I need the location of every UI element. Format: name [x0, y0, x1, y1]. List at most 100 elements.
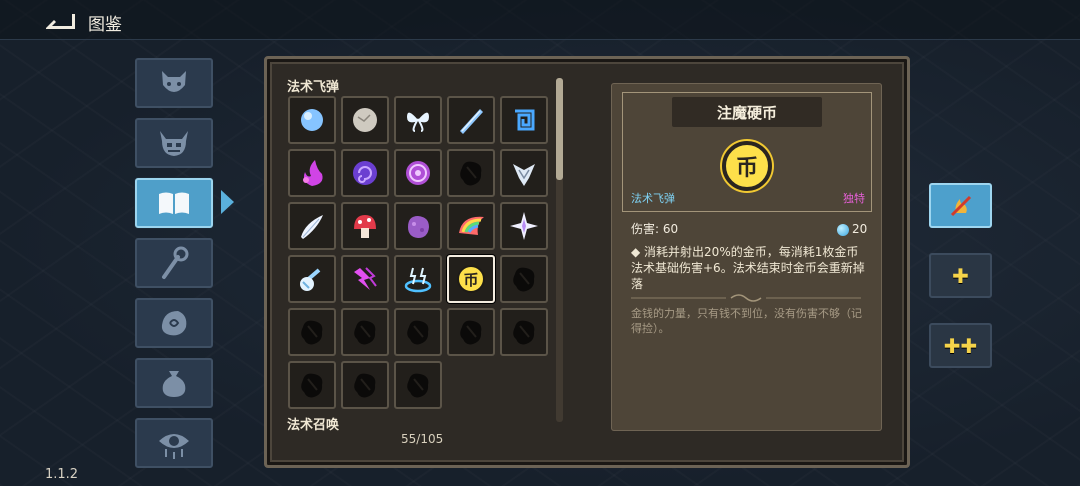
spell-slot[interactable] — [341, 96, 389, 144]
horned-skull-icon — [160, 131, 188, 156]
coin-icon: 币 — [457, 265, 485, 293]
blue-orb-icon — [301, 109, 323, 131]
upgrade-button[interactable]: ✚ — [929, 253, 992, 298]
unknown-spell-icon — [513, 320, 535, 345]
spell-slot[interactable] — [288, 308, 336, 356]
tab-bosses[interactable] — [135, 118, 213, 168]
staff-icon — [162, 246, 189, 279]
section-title-spell-missiles: 法术飞弹 — [287, 80, 340, 95]
spell-slot[interactable] — [288, 96, 336, 144]
unknown-spell-icon — [301, 373, 323, 398]
magic-circle-icon — [406, 161, 430, 185]
spell-slot[interactable] — [288, 149, 336, 197]
spell-slot[interactable] — [394, 149, 442, 197]
spell-category: 法术飞弹 — [631, 192, 675, 205]
feather-blade-icon — [301, 215, 323, 239]
demon-face-icon — [162, 71, 186, 92]
unknown-spell-icon — [460, 161, 482, 186]
unknown-spell-icon — [354, 320, 376, 345]
tab-spells[interactable] — [135, 178, 213, 228]
rune-stone-icon — [161, 311, 187, 336]
mana-cost: 20 — [852, 222, 868, 236]
flavor-text: 金钱的力量，只有钱不到位，没有伤害不够（记得捡）。 — [631, 307, 862, 335]
active-tab-arrow — [221, 190, 234, 214]
mana-orb-icon — [837, 224, 849, 236]
spell-slot[interactable] — [500, 96, 548, 144]
spell-slot[interactable] — [500, 308, 548, 356]
stone-icon — [353, 108, 377, 132]
red-mushroom-icon — [354, 215, 376, 238]
purple-flame-icon — [303, 160, 323, 186]
tab-items[interactable] — [135, 358, 213, 408]
page-title: 图鉴 — [88, 15, 122, 35]
spell-slot[interactable] — [394, 361, 442, 409]
tab-monsters[interactable] — [135, 58, 213, 108]
back-button[interactable] — [42, 10, 78, 32]
section-title-spell-summons: 法术召唤 — [287, 418, 340, 433]
tab-staffs[interactable] — [135, 238, 213, 288]
spell-slot[interactable] — [394, 96, 442, 144]
unknown-spell-icon — [513, 267, 535, 292]
double-upgrade-button[interactable]: ✚✚ — [929, 323, 992, 368]
back-arrow-icon — [46, 14, 75, 29]
pouch-icon — [162, 371, 186, 397]
detail-title: 注魔硬币 — [672, 97, 822, 127]
thunder-ring-icon — [404, 267, 432, 293]
spell-slot[interactable] — [341, 202, 389, 250]
spell-list-scrollbar[interactable] — [556, 78, 563, 422]
coin-icon: 币 — [722, 141, 772, 191]
purple-rock-icon — [408, 216, 429, 238]
lightning-burst-icon — [354, 267, 377, 290]
plus-icon: ✚ — [952, 263, 969, 288]
meteor-icon — [300, 268, 321, 291]
top-bar: 图鉴 — [0, 0, 1080, 40]
spell-slot[interactable] — [341, 255, 389, 303]
unknown-spell-icon — [407, 373, 429, 398]
damage-stat: 伤害: 60 — [631, 222, 679, 236]
spell-slot[interactable] — [447, 149, 495, 197]
spell-slot[interactable] — [500, 149, 548, 197]
book-icon — [159, 192, 189, 214]
spell-slot[interactable] — [341, 308, 389, 356]
spell-description: ◆ 消耗并射出20%的金币，每消耗1枚金币法术基础伤害+6。法术结束时金币会重新… — [631, 245, 865, 291]
collection-counter: 55/105 — [401, 432, 444, 446]
disable-button[interactable] — [929, 183, 992, 228]
tab-curses[interactable] — [135, 418, 213, 468]
scrollbar-thumb[interactable] — [556, 78, 563, 180]
spell-slot[interactable] — [341, 361, 389, 409]
butterfly-icon — [407, 112, 429, 132]
sparkle-star-icon — [510, 212, 538, 240]
spell-slot[interactable] — [447, 96, 495, 144]
spell-slot[interactable] — [288, 202, 336, 250]
eye-icon — [159, 434, 189, 459]
tab-runes[interactable] — [135, 298, 213, 348]
no-fire-icon — [950, 195, 971, 216]
ornament-divider — [631, 294, 861, 302]
vortex-icon — [353, 161, 377, 185]
unknown-spell-icon — [460, 320, 482, 345]
spiral-rune-icon — [515, 109, 535, 131]
spell-slot[interactable] — [447, 308, 495, 356]
spell-slot[interactable] — [500, 255, 548, 303]
spell-slot[interactable] — [288, 255, 336, 303]
spell-slot[interactable] — [341, 149, 389, 197]
spell-slot[interactable] — [288, 361, 336, 409]
spell-slot[interactable] — [394, 308, 442, 356]
spell-slot[interactable] — [447, 202, 495, 250]
ice-shard-icon — [460, 109, 483, 134]
spell-slot[interactable] — [394, 255, 442, 303]
rainbow-wing-icon — [459, 216, 484, 235]
unknown-spell-icon — [407, 320, 429, 345]
double-plus-icon: ✚✚ — [943, 333, 978, 358]
unknown-spell-icon — [301, 320, 323, 345]
unknown-spell-icon — [354, 373, 376, 398]
serpent-icon — [513, 164, 535, 186]
spell-slot[interactable] — [394, 202, 442, 250]
coin-glyph: 币 — [735, 156, 758, 181]
spell-grid: 币 — [288, 96, 554, 412]
version-label: 1.1.2 — [45, 467, 79, 482]
spell-slot[interactable]: 币 — [447, 255, 495, 303]
svg-text:币: 币 — [463, 271, 478, 289]
spell-slot[interactable] — [500, 202, 548, 250]
rarity-badge: 独特 — [843, 192, 865, 205]
